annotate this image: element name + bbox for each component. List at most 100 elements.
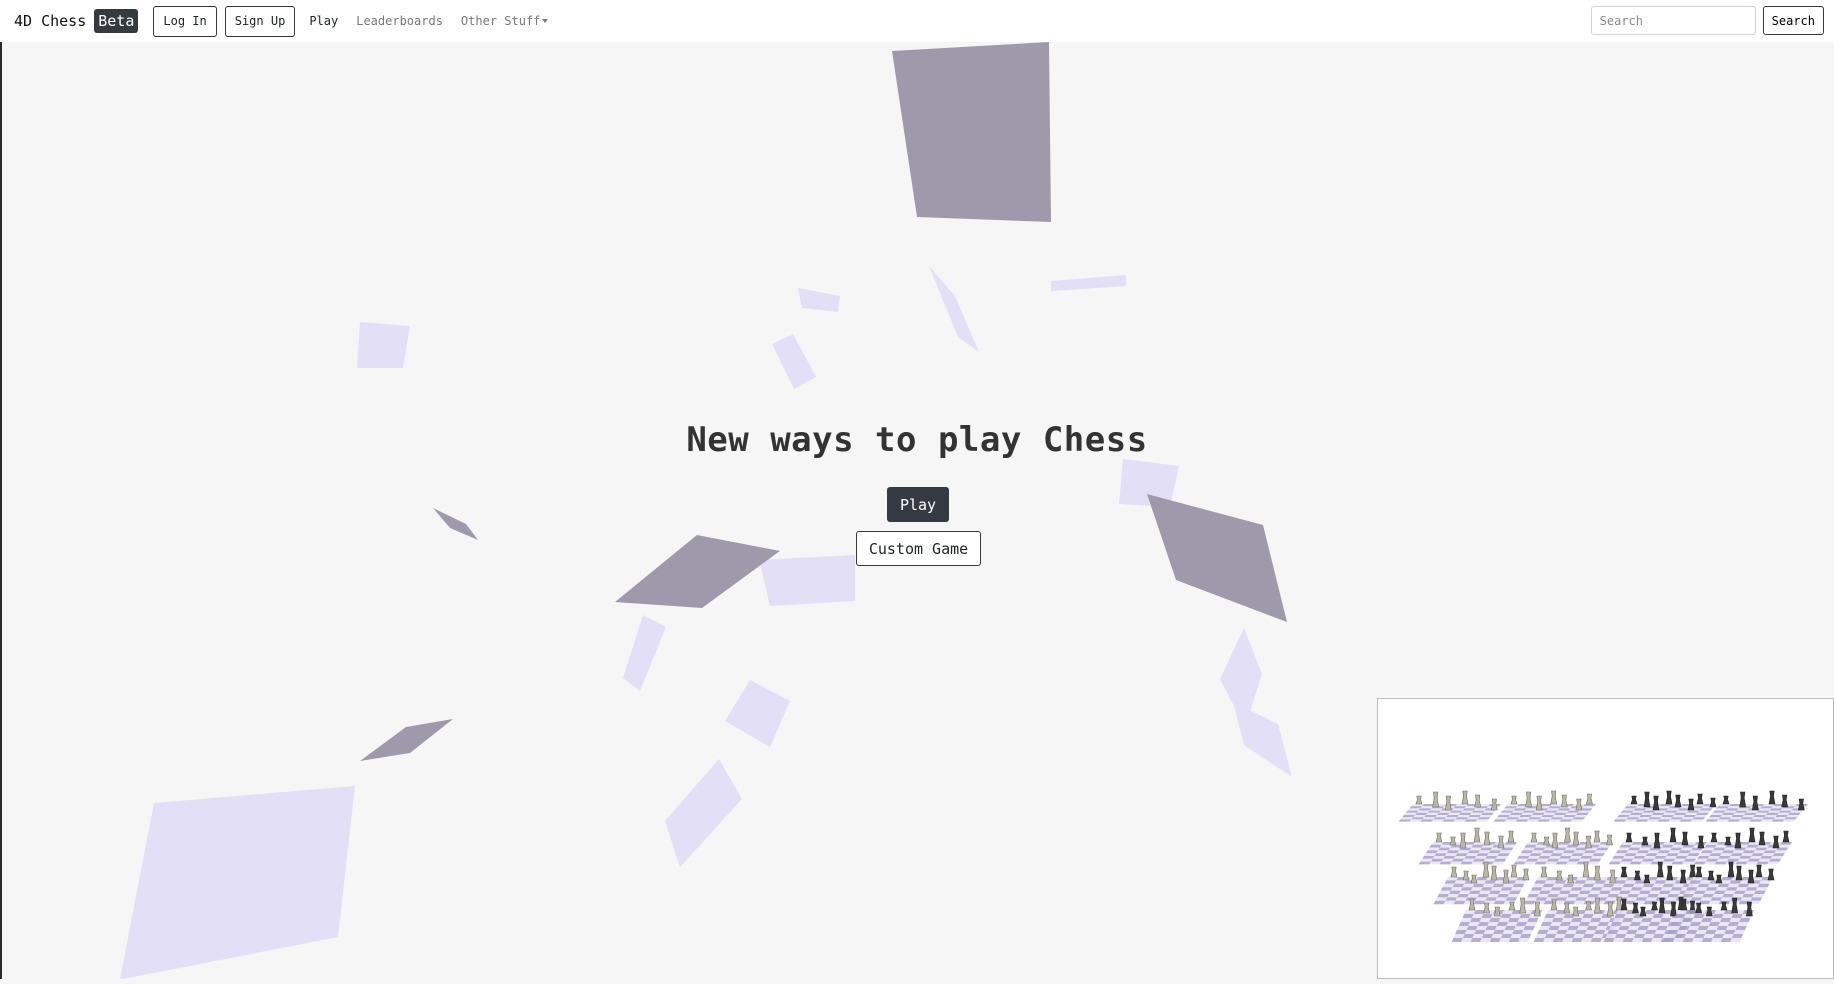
light-tile-shape <box>120 786 355 979</box>
chess-piece-icon <box>1461 790 1469 805</box>
chess-piece-icon <box>1530 832 1538 843</box>
search-form: Search <box>1590 6 1824 35</box>
nav-dropdown-other-stuff[interactable]: Other Stuff <box>460 14 549 28</box>
light-tile-shape <box>725 680 790 747</box>
nav-link-play[interactable]: Play <box>309 14 338 28</box>
chess-piece-icon <box>1720 901 1728 911</box>
chess-piece-icon <box>1643 791 1651 808</box>
top-navbar: 4D Chess Beta Log In Sign Up Play Leader… <box>0 0 1834 42</box>
light-tile-shape <box>798 288 840 312</box>
nav-dropdown-label: Other Stuff <box>460 14 541 28</box>
dark-tile-shape <box>433 508 478 540</box>
light-tile-shape <box>772 334 816 389</box>
chess-piece-icon <box>1727 861 1735 878</box>
search-button[interactable]: Search <box>1762 6 1824 35</box>
board-preview-panel <box>1377 698 1834 979</box>
window-left-edge <box>0 42 2 979</box>
chess-piece-icon <box>1483 831 1491 846</box>
chess-piece-icon <box>1468 898 1476 911</box>
chess-piece-icon <box>1593 830 1601 843</box>
hero-section: New ways to play Chess Play Custom Game <box>0 420 1834 566</box>
chess-piece-icon <box>1625 832 1633 843</box>
dark-tile-shape <box>360 719 453 761</box>
chess-piece-icon <box>1755 864 1763 878</box>
chess-piece-icon <box>1745 901 1753 917</box>
chess-piece-icon <box>1658 897 1666 914</box>
chess-piece-icon <box>1734 832 1742 849</box>
signup-button[interactable]: Sign Up <box>224 5 296 37</box>
custom-game-button[interactable]: Custom Game <box>856 531 981 566</box>
chess-piece-icon <box>1582 861 1590 878</box>
chess-piece-icon <box>1689 864 1696 878</box>
beta-badge: Beta <box>94 9 139 33</box>
chess-piece-icon <box>1522 868 1530 881</box>
nav-link-leaderboards[interactable]: Leaderboards <box>356 14 443 28</box>
chess-piece-icon <box>1620 866 1628 878</box>
dark-tile-shape <box>615 535 780 608</box>
chess-piece-icon <box>1641 836 1649 846</box>
chess-piece-icon <box>1669 827 1677 843</box>
chess-piece-icon <box>1710 832 1718 843</box>
chess-piece-icon <box>1747 869 1755 884</box>
chess-piece-icon <box>1560 794 1568 808</box>
light-tile-shape <box>665 759 742 867</box>
chess-piece-icon <box>1651 901 1658 911</box>
chess-piece-icon <box>1782 830 1790 843</box>
chess-piece-icon <box>1606 901 1614 917</box>
dark-tile-shape <box>892 42 1051 222</box>
chess-piece-icon <box>1696 793 1704 805</box>
light-tile-shape <box>759 555 855 606</box>
chess-piece-icon <box>1510 864 1518 878</box>
chess-piece-icon <box>1681 831 1689 846</box>
chess-piece-icon <box>1550 790 1558 805</box>
chess-piece-icon <box>1731 897 1739 914</box>
chess-piece-icon <box>1474 794 1482 808</box>
chess-piece-icon <box>1620 898 1628 911</box>
chess-piece-icon <box>1490 865 1498 881</box>
chess-piece-icon <box>1768 790 1776 805</box>
chess-piece-icon <box>1634 870 1641 881</box>
chess-piece-icon <box>1572 831 1580 846</box>
chess-piece-icon <box>1652 795 1660 811</box>
chess-piece-icon <box>1665 790 1673 805</box>
mini-chess-board <box>1433 877 1528 905</box>
mini-chess-board <box>1678 877 1773 905</box>
chess-piece-icon <box>1550 898 1558 911</box>
chess-piece-icon <box>1483 902 1491 914</box>
chess-piece-icon <box>1695 902 1703 914</box>
chess-piece-icon <box>1630 795 1638 805</box>
brand-title[interactable]: 4D Chess <box>14 12 86 30</box>
search-input[interactable] <box>1590 6 1756 35</box>
chess-piece-icon <box>1435 832 1443 843</box>
chess-piece-icon <box>1666 865 1674 881</box>
mini-chess-board <box>1613 804 1716 822</box>
chess-piece-icon <box>1563 902 1571 914</box>
chess-piece-icon <box>1555 870 1563 881</box>
chess-piece-icon <box>1751 795 1759 811</box>
chess-piece-icon <box>1535 795 1543 811</box>
chess-piece-icon <box>1482 861 1490 878</box>
chess-piece-icon <box>1707 870 1715 881</box>
chess-piece-icon <box>1585 901 1592 911</box>
chess-piece-icon <box>1735 865 1743 881</box>
hero-title: New ways to play Chess <box>686 420 1148 460</box>
chess-piece-icon <box>1415 795 1423 805</box>
chess-piece-icon <box>1564 827 1571 843</box>
chess-piece-icon <box>1606 834 1613 846</box>
chess-piece-icon <box>1450 866 1458 878</box>
chess-piece-icon <box>1551 832 1559 849</box>
chess-piece-icon <box>1543 836 1550 846</box>
play-button[interactable]: Play <box>887 487 949 522</box>
chess-piece-icon <box>1449 836 1457 846</box>
chess-piece-icon <box>1674 794 1682 808</box>
chess-piece-icon <box>1679 869 1687 884</box>
light-tile-shape <box>357 322 410 368</box>
login-button[interactable]: Log In <box>153 5 217 37</box>
chess-piece-icon <box>1653 832 1661 849</box>
chess-piece-icon <box>1533 901 1541 917</box>
chess-piece-icon <box>1519 897 1527 914</box>
chess-piece-icon <box>1695 866 1703 878</box>
chess-piece-icon <box>1767 868 1775 881</box>
dark-tile-shape <box>1147 494 1287 622</box>
light-tile-shape <box>1051 275 1126 291</box>
